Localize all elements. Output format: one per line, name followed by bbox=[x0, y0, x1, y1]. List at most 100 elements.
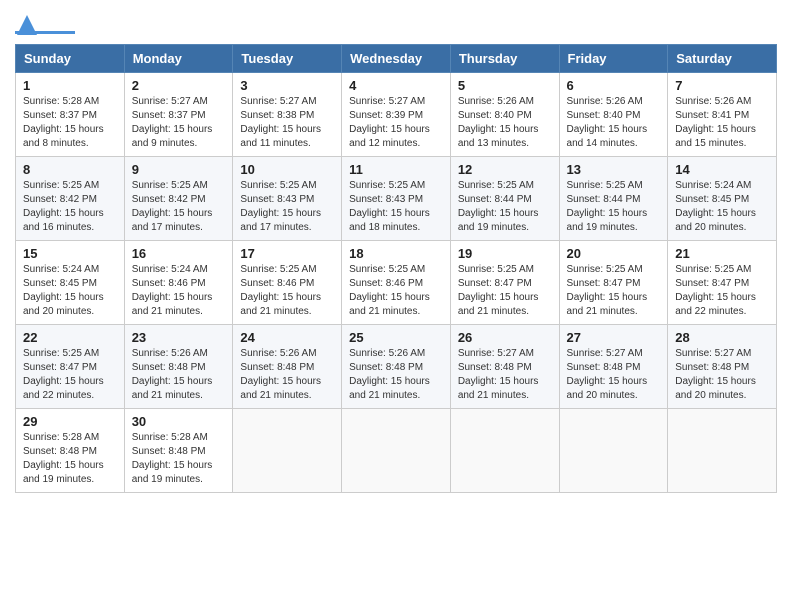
calendar-day-7: 7 Sunrise: 5:26 AM Sunset: 8:41 PM Dayli… bbox=[668, 73, 777, 157]
calendar-day-25: 25 Sunrise: 5:26 AM Sunset: 8:48 PM Dayl… bbox=[342, 325, 451, 409]
day-number: 13 bbox=[567, 162, 661, 177]
day-info: Sunrise: 5:25 AM Sunset: 8:47 PM Dayligh… bbox=[458, 263, 552, 319]
day-number: 24 bbox=[240, 330, 334, 345]
day-number: 3 bbox=[240, 78, 334, 93]
calendar-day-28: 28 Sunrise: 5:27 AM Sunset: 8:48 PM Dayl… bbox=[668, 325, 777, 409]
weekday-header-thursday: Thursday bbox=[450, 45, 559, 73]
calendar-day-3: 3 Sunrise: 5:27 AM Sunset: 8:38 PM Dayli… bbox=[233, 73, 342, 157]
day-info: Sunrise: 5:27 AM Sunset: 8:37 PM Dayligh… bbox=[132, 95, 226, 151]
weekday-header-wednesday: Wednesday bbox=[342, 45, 451, 73]
calendar-day-18: 18 Sunrise: 5:25 AM Sunset: 8:46 PM Dayl… bbox=[342, 241, 451, 325]
calendar-day-26: 26 Sunrise: 5:27 AM Sunset: 8:48 PM Dayl… bbox=[450, 325, 559, 409]
day-number: 7 bbox=[675, 78, 769, 93]
calendar-day-4: 4 Sunrise: 5:27 AM Sunset: 8:39 PM Dayli… bbox=[342, 73, 451, 157]
weekday-header-friday: Friday bbox=[559, 45, 668, 73]
calendar-day-19: 19 Sunrise: 5:25 AM Sunset: 8:47 PM Dayl… bbox=[450, 241, 559, 325]
calendar-day-27: 27 Sunrise: 5:27 AM Sunset: 8:48 PM Dayl… bbox=[559, 325, 668, 409]
calendar-day-15: 15 Sunrise: 5:24 AM Sunset: 8:45 PM Dayl… bbox=[16, 241, 125, 325]
calendar-day-10: 10 Sunrise: 5:25 AM Sunset: 8:43 PM Dayl… bbox=[233, 157, 342, 241]
calendar-week-4: 22 Sunrise: 5:25 AM Sunset: 8:47 PM Dayl… bbox=[16, 325, 777, 409]
day-number: 19 bbox=[458, 246, 552, 261]
weekday-header-tuesday: Tuesday bbox=[233, 45, 342, 73]
day-number: 29 bbox=[23, 414, 117, 429]
calendar-day-23: 23 Sunrise: 5:26 AM Sunset: 8:48 PM Dayl… bbox=[124, 325, 233, 409]
calendar-week-2: 8 Sunrise: 5:25 AM Sunset: 8:42 PM Dayli… bbox=[16, 157, 777, 241]
day-info: Sunrise: 5:24 AM Sunset: 8:45 PM Dayligh… bbox=[675, 179, 769, 235]
day-info: Sunrise: 5:26 AM Sunset: 8:48 PM Dayligh… bbox=[132, 347, 226, 403]
logo-underline bbox=[15, 31, 75, 34]
day-number: 23 bbox=[132, 330, 226, 345]
day-number: 1 bbox=[23, 78, 117, 93]
day-number: 17 bbox=[240, 246, 334, 261]
day-info: Sunrise: 5:25 AM Sunset: 8:44 PM Dayligh… bbox=[458, 179, 552, 235]
day-number: 6 bbox=[567, 78, 661, 93]
day-number: 5 bbox=[458, 78, 552, 93]
day-info: Sunrise: 5:25 AM Sunset: 8:47 PM Dayligh… bbox=[567, 263, 661, 319]
calendar-day-21: 21 Sunrise: 5:25 AM Sunset: 8:47 PM Dayl… bbox=[668, 241, 777, 325]
day-info: Sunrise: 5:27 AM Sunset: 8:48 PM Dayligh… bbox=[567, 347, 661, 403]
day-number: 2 bbox=[132, 78, 226, 93]
weekday-header-saturday: Saturday bbox=[668, 45, 777, 73]
calendar-day-14: 14 Sunrise: 5:24 AM Sunset: 8:45 PM Dayl… bbox=[668, 157, 777, 241]
calendar-day-9: 9 Sunrise: 5:25 AM Sunset: 8:42 PM Dayli… bbox=[124, 157, 233, 241]
page-header bbox=[15, 15, 777, 34]
calendar-day-20: 20 Sunrise: 5:25 AM Sunset: 8:47 PM Dayl… bbox=[559, 241, 668, 325]
weekday-header-sunday: Sunday bbox=[16, 45, 125, 73]
day-number: 27 bbox=[567, 330, 661, 345]
day-number: 16 bbox=[132, 246, 226, 261]
day-number: 30 bbox=[132, 414, 226, 429]
empty-cell bbox=[559, 409, 668, 493]
day-info: Sunrise: 5:25 AM Sunset: 8:47 PM Dayligh… bbox=[23, 347, 117, 403]
calendar-day-2: 2 Sunrise: 5:27 AM Sunset: 8:37 PM Dayli… bbox=[124, 73, 233, 157]
day-info: Sunrise: 5:25 AM Sunset: 8:43 PM Dayligh… bbox=[349, 179, 443, 235]
empty-cell bbox=[342, 409, 451, 493]
day-info: Sunrise: 5:24 AM Sunset: 8:46 PM Dayligh… bbox=[132, 263, 226, 319]
logo bbox=[15, 15, 81, 34]
day-number: 9 bbox=[132, 162, 226, 177]
day-info: Sunrise: 5:27 AM Sunset: 8:48 PM Dayligh… bbox=[675, 347, 769, 403]
day-info: Sunrise: 5:25 AM Sunset: 8:42 PM Dayligh… bbox=[132, 179, 226, 235]
calendar-day-30: 30 Sunrise: 5:28 AM Sunset: 8:48 PM Dayl… bbox=[124, 409, 233, 493]
day-info: Sunrise: 5:26 AM Sunset: 8:40 PM Dayligh… bbox=[458, 95, 552, 151]
day-number: 14 bbox=[675, 162, 769, 177]
day-number: 11 bbox=[349, 162, 443, 177]
day-number: 18 bbox=[349, 246, 443, 261]
day-info: Sunrise: 5:28 AM Sunset: 8:37 PM Dayligh… bbox=[23, 95, 117, 151]
day-info: Sunrise: 5:27 AM Sunset: 8:39 PM Dayligh… bbox=[349, 95, 443, 151]
weekday-header-row: SundayMondayTuesdayWednesdayThursdayFrid… bbox=[16, 45, 777, 73]
empty-cell bbox=[233, 409, 342, 493]
calendar-day-13: 13 Sunrise: 5:25 AM Sunset: 8:44 PM Dayl… bbox=[559, 157, 668, 241]
day-info: Sunrise: 5:25 AM Sunset: 8:46 PM Dayligh… bbox=[349, 263, 443, 319]
empty-cell bbox=[668, 409, 777, 493]
day-number: 10 bbox=[240, 162, 334, 177]
day-info: Sunrise: 5:25 AM Sunset: 8:47 PM Dayligh… bbox=[675, 263, 769, 319]
day-info: Sunrise: 5:26 AM Sunset: 8:40 PM Dayligh… bbox=[567, 95, 661, 151]
calendar-day-11: 11 Sunrise: 5:25 AM Sunset: 8:43 PM Dayl… bbox=[342, 157, 451, 241]
day-info: Sunrise: 5:27 AM Sunset: 8:38 PM Dayligh… bbox=[240, 95, 334, 151]
day-number: 25 bbox=[349, 330, 443, 345]
day-info: Sunrise: 5:26 AM Sunset: 8:48 PM Dayligh… bbox=[349, 347, 443, 403]
calendar-day-12: 12 Sunrise: 5:25 AM Sunset: 8:44 PM Dayl… bbox=[450, 157, 559, 241]
calendar-day-24: 24 Sunrise: 5:26 AM Sunset: 8:48 PM Dayl… bbox=[233, 325, 342, 409]
calendar-week-1: 1 Sunrise: 5:28 AM Sunset: 8:37 PM Dayli… bbox=[16, 73, 777, 157]
day-number: 26 bbox=[458, 330, 552, 345]
weekday-header-monday: Monday bbox=[124, 45, 233, 73]
day-number: 8 bbox=[23, 162, 117, 177]
calendar-week-3: 15 Sunrise: 5:24 AM Sunset: 8:45 PM Dayl… bbox=[16, 241, 777, 325]
day-info: Sunrise: 5:25 AM Sunset: 8:44 PM Dayligh… bbox=[567, 179, 661, 235]
day-info: Sunrise: 5:24 AM Sunset: 8:45 PM Dayligh… bbox=[23, 263, 117, 319]
day-number: 22 bbox=[23, 330, 117, 345]
day-number: 20 bbox=[567, 246, 661, 261]
day-info: Sunrise: 5:26 AM Sunset: 8:48 PM Dayligh… bbox=[240, 347, 334, 403]
day-number: 21 bbox=[675, 246, 769, 261]
calendar-table: SundayMondayTuesdayWednesdayThursdayFrid… bbox=[15, 44, 777, 493]
empty-cell bbox=[450, 409, 559, 493]
day-info: Sunrise: 5:25 AM Sunset: 8:42 PM Dayligh… bbox=[23, 179, 117, 235]
calendar-week-5: 29 Sunrise: 5:28 AM Sunset: 8:48 PM Dayl… bbox=[16, 409, 777, 493]
calendar-day-16: 16 Sunrise: 5:24 AM Sunset: 8:46 PM Dayl… bbox=[124, 241, 233, 325]
calendar-day-1: 1 Sunrise: 5:28 AM Sunset: 8:37 PM Dayli… bbox=[16, 73, 125, 157]
day-info: Sunrise: 5:28 AM Sunset: 8:48 PM Dayligh… bbox=[23, 431, 117, 487]
day-info: Sunrise: 5:27 AM Sunset: 8:48 PM Dayligh… bbox=[458, 347, 552, 403]
day-number: 28 bbox=[675, 330, 769, 345]
calendar-day-5: 5 Sunrise: 5:26 AM Sunset: 8:40 PM Dayli… bbox=[450, 73, 559, 157]
